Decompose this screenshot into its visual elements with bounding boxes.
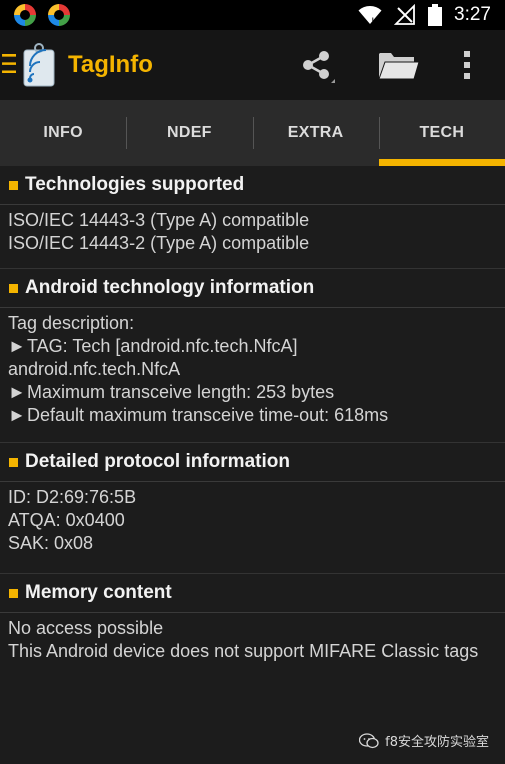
svg-text:!: !: [371, 17, 375, 25]
tab-extra[interactable]: EXTRA: [252, 100, 379, 166]
section-bullet-icon: [9, 180, 18, 190]
wifi-icon: !: [358, 6, 382, 25]
app-notification-icon: [14, 4, 36, 26]
folder-icon: [378, 53, 420, 80]
share-icon: [303, 51, 335, 83]
arrow-icon: ►: [8, 405, 26, 425]
battery-icon: [428, 4, 443, 26]
open-folder-button[interactable]: [369, 30, 429, 100]
watermark-text: f8安全攻防实验室: [385, 735, 489, 750]
protocol-line: SAK: 0x08: [8, 533, 94, 553]
section-bullet-icon: [9, 588, 18, 598]
tab-ndef[interactable]: NDEF: [126, 100, 252, 166]
section-header-memory: Memory content: [0, 574, 505, 613]
arrow-icon: ►: [8, 382, 26, 402]
section-title: Detailed protocol information: [25, 451, 290, 472]
memory-line: This Android device does not support MIF…: [8, 641, 479, 661]
tab-bar: INFO NDEF EXTRA TECH: [0, 100, 505, 166]
info-line: ►TAG: Tech [android.nfc.tech.NfcA]: [8, 336, 298, 356]
section-body-memory: No access possible This Android device d…: [0, 613, 505, 669]
section-title: Android technology information: [25, 277, 315, 298]
overflow-menu-button[interactable]: [443, 30, 491, 100]
tab-info[interactable]: INFO: [0, 100, 126, 166]
section-body-technologies: ISO/IEC 14443-3 (Type A) compatible ISO/…: [0, 205, 505, 269]
arrow-icon: ►: [8, 336, 26, 356]
wechat-icon: [359, 732, 379, 748]
section-bullet-icon: [9, 283, 18, 293]
section-body-protocol: ID: D2:69:76:5B ATQA: 0x0400 SAK: 0x08: [0, 482, 505, 574]
app-notification-icon: [48, 4, 70, 26]
info-line: android.nfc.tech.NfcA: [8, 359, 181, 379]
menu-icon[interactable]: ☰: [0, 50, 16, 80]
protocol-line: ID: D2:69:76:5B: [8, 487, 137, 507]
section-title: Memory content: [25, 582, 172, 603]
protocol-line: ATQA: 0x0400: [8, 510, 125, 530]
tech-content: Technologies supported ISO/IEC 14443-3 (…: [0, 166, 505, 669]
info-line: ►Default maximum transceive time-out: 61…: [8, 405, 389, 425]
section-header-technologies: Technologies supported: [0, 166, 505, 205]
app-title: TagInfo: [68, 51, 153, 78]
action-bar: ☰ TagInfo: [0, 30, 505, 100]
section-body-android: Tag description: ►TAG: Tech [android.nfc…: [0, 308, 505, 443]
overflow-menu-icon: [464, 51, 470, 79]
tab-tech[interactable]: TECH: [378, 100, 505, 166]
watermark: f8安全攻防实验室: [359, 731, 489, 750]
nfc-tag-icon[interactable]: [20, 42, 60, 88]
section-header-protocol: Detailed protocol information: [0, 443, 505, 482]
tech-line: ISO/IEC 14443-2 (Type A) compatible: [8, 233, 310, 253]
section-bullet-icon: [9, 457, 18, 467]
share-button[interactable]: [293, 30, 341, 100]
section-title: Technologies supported: [25, 174, 245, 195]
no-signal-icon: [394, 4, 415, 25]
tech-line: ISO/IEC 14443-3 (Type A) compatible: [8, 210, 310, 230]
status-time: 3:27: [454, 4, 491, 25]
memory-line: No access possible: [8, 618, 164, 638]
info-line: ►Maximum transceive length: 253 bytes: [8, 382, 335, 402]
status-bar: ! 3:27: [0, 0, 505, 30]
section-header-android: Android technology information: [0, 269, 505, 308]
info-line: Tag description:: [8, 313, 135, 333]
